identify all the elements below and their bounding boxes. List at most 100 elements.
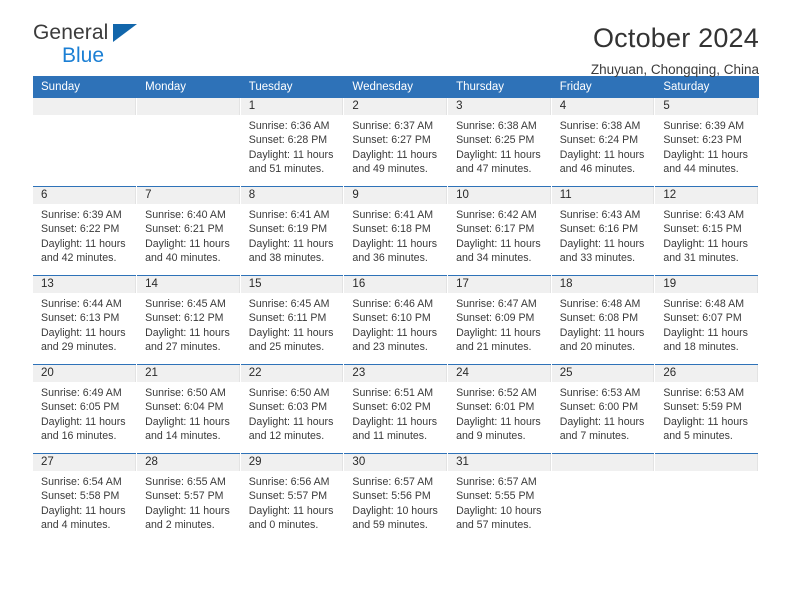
day-box: 25 Sunrise: 6:53 AM Sunset: 6:00 PM Dayligh… xyxy=(551,365,655,453)
calendar-day-cell[interactable]: 28 Sunrise: 6:55 AM Sunset: 5:57 PM Dayligh… xyxy=(136,453,241,542)
sunrise-text: Sunrise: 6:43 AM xyxy=(663,209,745,221)
sun-info: Sunrise: 6:38 AM Sunset: 6:24 PM Daylight:… xyxy=(552,115,655,177)
day-box: 1 Sunrise: 6:36 AM Sunset: 6:28 PM Daylight… xyxy=(240,98,344,186)
daylight-text: Daylight: 11 hours and 47 minutes. xyxy=(456,148,541,176)
brand-logo-blue: Blue xyxy=(62,44,105,67)
day-number: 16 xyxy=(344,276,448,293)
daylight-text: Daylight: 11 hours and 27 minutes. xyxy=(145,326,230,354)
sun-info: Sunrise: 6:38 AM Sunset: 6:25 PM Daylight:… xyxy=(448,115,551,177)
calendar-day-cell[interactable]: 30 Sunrise: 6:57 AM Sunset: 5:56 PM Dayligh… xyxy=(343,453,449,542)
calendar-week-row: 1 Sunrise: 6:36 AM Sunset: 6:28 PM Daylight… xyxy=(33,98,759,187)
sunset-text: Sunset: 6:02 PM xyxy=(352,401,431,414)
calendar-day-cell[interactable]: 3 Sunrise: 6:38 AM Sunset: 6:25 PM Daylight… xyxy=(447,98,552,187)
sun-info: Sunrise: 6:39 AM Sunset: 6:22 PM Daylight:… xyxy=(33,204,136,266)
day-number: 12 xyxy=(655,187,758,204)
calendar-day-cell[interactable]: 12 Sunrise: 6:43 AM Sunset: 6:15 PM Dayligh… xyxy=(654,186,759,276)
calendar-day-cell[interactable]: 29 Sunrise: 6:56 AM Sunset: 5:57 PM Dayligh… xyxy=(240,453,345,542)
sunrise-text: Sunrise: 6:53 AM xyxy=(663,387,745,399)
day-number: 30 xyxy=(344,454,448,471)
day-box: 22 Sunrise: 6:50 AM Sunset: 6:03 PM Dayligh… xyxy=(240,365,344,453)
sunrise-text: Sunrise: 6:57 AM xyxy=(352,476,434,488)
calendar-day-cell[interactable]: 23 Sunrise: 6:51 AM Sunset: 6:02 PM Dayligh… xyxy=(343,364,449,454)
calendar-day-cell[interactable]: 11 Sunrise: 6:43 AM Sunset: 6:16 PM Dayligh… xyxy=(551,186,656,276)
sunset-text: Sunset: 6:23 PM xyxy=(663,134,742,147)
calendar-day-cell[interactable]: 21 Sunrise: 6:50 AM Sunset: 6:04 PM Dayligh… xyxy=(136,364,241,454)
day-number: 4 xyxy=(551,98,655,115)
sunset-text: Sunset: 6:24 PM xyxy=(559,134,639,147)
calendar-week-row: 27 Sunrise: 6:54 AM Sunset: 5:58 PM Dayligh… xyxy=(33,453,759,542)
sunrise-text: Sunrise: 6:41 AM xyxy=(248,209,330,221)
sun-info: Sunrise: 6:57 AM Sunset: 5:56 PM Daylight:… xyxy=(344,471,447,533)
calendar-day-cell[interactable]: 19 Sunrise: 6:48 AM Sunset: 6:07 PM Dayligh… xyxy=(654,275,759,365)
calendar-day-cell[interactable]: 17 Sunrise: 6:47 AM Sunset: 6:09 PM Dayligh… xyxy=(447,275,552,365)
calendar-day-cell[interactable]: 16 Sunrise: 6:46 AM Sunset: 6:10 PM Dayligh… xyxy=(343,275,449,365)
sunset-text: Sunset: 6:13 PM xyxy=(41,312,120,325)
day-box: 15 Sunrise: 6:45 AM Sunset: 6:11 PM Dayligh… xyxy=(240,276,344,364)
day-number: 22 xyxy=(240,365,344,382)
sun-info: Sunrise: 6:39 AM Sunset: 6:23 PM Daylight:… xyxy=(655,115,758,177)
day-box: 4 Sunrise: 6:38 AM Sunset: 6:24 PM Daylight… xyxy=(551,98,655,186)
calendar-day-cell[interactable]: 31 Sunrise: 6:57 AM Sunset: 5:55 PM Dayligh… xyxy=(447,453,552,542)
daylight-text: Daylight: 11 hours and 51 minutes. xyxy=(248,148,334,176)
sunrise-text: Sunrise: 6:48 AM xyxy=(663,298,745,310)
calendar-day-cell[interactable] xyxy=(136,98,241,187)
day-box: 21 Sunrise: 6:50 AM Sunset: 6:04 PM Dayligh… xyxy=(137,365,240,453)
sunrise-text: Sunrise: 6:40 AM xyxy=(145,209,226,221)
day-box: 19 Sunrise: 6:48 AM Sunset: 6:07 PM Dayligh… xyxy=(655,276,758,364)
sunrise-text: Sunrise: 6:54 AM xyxy=(41,476,122,488)
page-header: General Blue October 2024 Zhuyuan, Chong… xyxy=(33,0,759,77)
day-box: 12 Sunrise: 6:43 AM Sunset: 6:15 PM Dayligh… xyxy=(655,187,758,275)
calendar-day-cell[interactable]: 24 Sunrise: 6:52 AM Sunset: 6:01 PM Dayligh… xyxy=(447,364,552,454)
calendar-day-cell[interactable]: 25 Sunrise: 6:53 AM Sunset: 6:00 PM Dayligh… xyxy=(551,364,656,454)
day-number: 29 xyxy=(240,454,344,471)
sun-info: Sunrise: 6:41 AM Sunset: 6:19 PM Daylight:… xyxy=(241,204,344,266)
day-box: 9 Sunrise: 6:41 AM Sunset: 6:18 PM Daylight… xyxy=(344,187,448,275)
day-number: 17 xyxy=(448,276,551,293)
sun-info: Sunrise: 6:43 AM Sunset: 6:16 PM Daylight:… xyxy=(552,204,655,266)
calendar-day-cell[interactable]: 10 Sunrise: 6:42 AM Sunset: 6:17 PM Dayligh… xyxy=(447,186,552,276)
calendar-day-cell[interactable]: 1 Sunrise: 6:36 AM Sunset: 6:28 PM Daylight… xyxy=(240,98,345,187)
sunset-text: Sunset: 6:04 PM xyxy=(145,401,224,414)
day-box: 14 Sunrise: 6:45 AM Sunset: 6:12 PM Dayligh… xyxy=(137,276,240,364)
sun-info: Sunrise: 6:55 AM Sunset: 5:57 PM Daylight:… xyxy=(137,471,240,533)
calendar-day-cell[interactable] xyxy=(551,453,656,542)
daylight-text: Daylight: 11 hours and 9 minutes. xyxy=(456,415,541,443)
calendar-day-cell[interactable] xyxy=(33,98,138,187)
day-number: 23 xyxy=(344,365,448,382)
calendar-day-cell[interactable]: 27 Sunrise: 6:54 AM Sunset: 5:58 PM Dayligh… xyxy=(33,453,138,542)
calendar-day-cell[interactable]: 15 Sunrise: 6:45 AM Sunset: 6:11 PM Dayligh… xyxy=(240,275,345,365)
sunrise-text: Sunrise: 6:56 AM xyxy=(248,476,330,488)
sunset-text: Sunset: 6:11 PM xyxy=(248,312,327,325)
day-box: 16 Sunrise: 6:46 AM Sunset: 6:10 PM Dayligh… xyxy=(344,276,448,364)
calendar-day-cell[interactable]: 26 Sunrise: 6:53 AM Sunset: 5:59 PM Dayligh… xyxy=(654,364,759,454)
triangle-icon xyxy=(113,24,137,42)
calendar-day-cell[interactable]: 2 Sunrise: 6:37 AM Sunset: 6:27 PM Daylight… xyxy=(343,98,449,187)
calendar-day-cell[interactable]: 7 Sunrise: 6:40 AM Sunset: 6:21 PM Daylight… xyxy=(136,186,241,276)
daylight-text: Daylight: 11 hours and 14 minutes. xyxy=(145,415,230,443)
day-box: 5 Sunrise: 6:39 AM Sunset: 6:23 PM Daylight… xyxy=(655,98,758,186)
calendar-day-cell[interactable]: 9 Sunrise: 6:41 AM Sunset: 6:18 PM Daylight… xyxy=(343,186,449,276)
calendar-day-cell[interactable]: 13 Sunrise: 6:44 AM Sunset: 6:13 PM Dayligh… xyxy=(33,275,138,365)
calendar-day-cell[interactable]: 14 Sunrise: 6:45 AM Sunset: 6:12 PM Dayligh… xyxy=(136,275,241,365)
calendar-day-cell[interactable] xyxy=(654,453,759,542)
day-box: 24 Sunrise: 6:52 AM Sunset: 6:01 PM Dayligh… xyxy=(448,365,551,453)
day-number: 6 xyxy=(33,187,137,204)
sun-info: Sunrise: 6:50 AM Sunset: 6:04 PM Daylight:… xyxy=(137,382,240,444)
calendar-day-cell[interactable]: 6 Sunrise: 6:39 AM Sunset: 6:22 PM Daylight… xyxy=(33,186,138,276)
sunset-text: Sunset: 6:05 PM xyxy=(41,401,120,414)
sunset-text: Sunset: 6:18 PM xyxy=(352,223,431,236)
sunrise-text: Sunrise: 6:38 AM xyxy=(456,120,537,132)
daylight-text: Daylight: 11 hours and 7 minutes. xyxy=(559,415,645,443)
sunset-text: Sunset: 5:56 PM xyxy=(352,490,431,503)
calendar-day-cell[interactable]: 8 Sunrise: 6:41 AM Sunset: 6:19 PM Daylight… xyxy=(240,186,345,276)
calendar-day-cell[interactable]: 22 Sunrise: 6:50 AM Sunset: 6:03 PM Dayligh… xyxy=(240,364,345,454)
calendar-day-cell[interactable]: 20 Sunrise: 6:49 AM Sunset: 6:05 PM Dayligh… xyxy=(33,364,138,454)
day-number: 7 xyxy=(137,187,240,204)
daylight-text: Daylight: 11 hours and 20 minutes. xyxy=(559,326,645,354)
sun-info: Sunrise: 6:45 AM Sunset: 6:11 PM Daylight:… xyxy=(241,293,344,355)
calendar-day-cell[interactable]: 5 Sunrise: 6:39 AM Sunset: 6:23 PM Daylight… xyxy=(654,98,759,187)
sunset-text: Sunset: 5:59 PM xyxy=(663,401,742,414)
day-box xyxy=(137,98,240,186)
calendar-day-cell[interactable]: 18 Sunrise: 6:48 AM Sunset: 6:08 PM Dayligh… xyxy=(551,275,656,365)
calendar-day-cell[interactable]: 4 Sunrise: 6:38 AM Sunset: 6:24 PM Daylight… xyxy=(551,98,656,187)
